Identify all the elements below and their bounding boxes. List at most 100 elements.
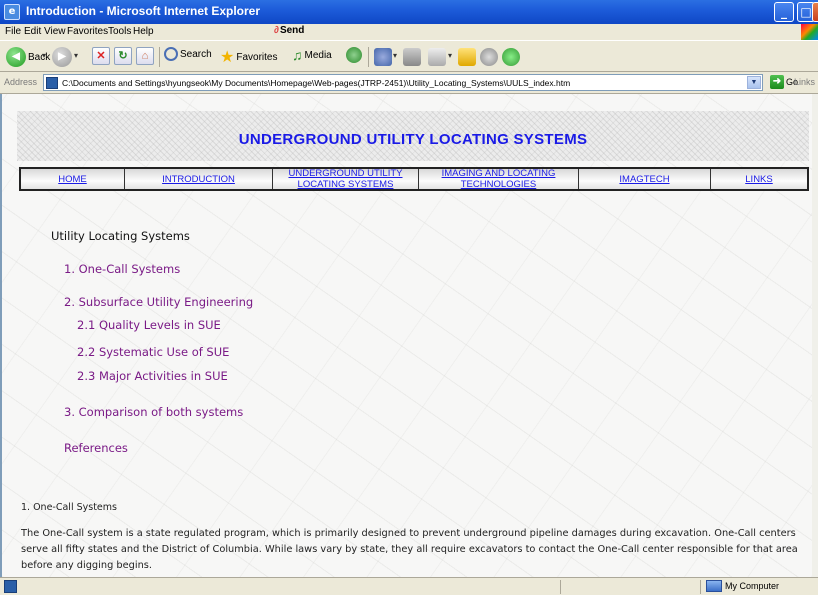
nav-cell-links: LINKS	[711, 169, 807, 189]
back-label: Back	[28, 51, 51, 63]
nav-table: HOME INTRODUCTION UNDERGROUND UTILITY LOC…	[19, 167, 809, 191]
media-button[interactable]: ♫ Media	[292, 47, 332, 67]
nav-link-label: INTRODUCTION	[162, 173, 235, 185]
stop-button[interactable]: ✕	[92, 47, 110, 67]
favorites-label: Favorites	[236, 51, 278, 63]
menu-help[interactable]: Help	[133, 26, 154, 37]
toolbar: ◀ Back ▾ ▶ ▾ ✕ ↻ ⌂ Search ★ Favorites ♫ Med…	[0, 40, 818, 72]
mail-dropdown-icon[interactable]: ▾	[393, 51, 397, 60]
toolbar-separator	[368, 47, 369, 67]
zone-label: My Computer	[725, 581, 780, 591]
page-icon	[46, 77, 58, 89]
go-arrow-icon: ➜	[770, 75, 784, 89]
my-computer-icon	[706, 580, 722, 592]
toc-link-references[interactable]: References	[64, 441, 128, 455]
nav-link-underground-utility-locating-systems[interactable]: UNDERGROUND UTILITY LOCATING SYSTEMS	[288, 168, 402, 190]
forward-dropdown-icon[interactable]: ▾	[74, 51, 78, 60]
address-label: Address	[4, 77, 38, 87]
page-banner: UNDERGROUND UTILITY LOCATING SYSTEMS	[17, 111, 809, 161]
toc-link-systematic-use[interactable]: 2.2 Systematic Use of SUE	[77, 345, 229, 359]
menu-file[interactable]: File	[5, 26, 21, 37]
section-title: 1. One-Call Systems	[21, 502, 117, 513]
toc-link-one-call-systems[interactable]: 1. One-Call Systems	[64, 262, 180, 276]
links-button[interactable]: Links	[794, 77, 815, 87]
send-label: Send	[279, 25, 305, 36]
folder-icon[interactable]	[458, 48, 476, 66]
window-title: Introduction - Microsoft Internet Explor…	[26, 4, 261, 18]
edit-icon[interactable]	[428, 48, 446, 66]
web-page: UNDERGROUND UTILITY LOCATING SYSTEMS HOM…	[2, 94, 812, 577]
nav-cell-imaging: IMAGING AND LOCATING TECHNOLOGIES	[419, 168, 579, 190]
edit-dropdown-icon[interactable]: ▾	[448, 51, 452, 60]
forward-button[interactable]: ▶	[52, 47, 72, 67]
history-button[interactable]	[346, 47, 362, 67]
search-button[interactable]: Search	[164, 47, 212, 67]
home-icon: ⌂	[136, 47, 154, 65]
nav-link-imagtech[interactable]: IMAGTECH	[619, 174, 669, 185]
section-body: The One-Call system is a state regulated…	[21, 528, 798, 571]
messenger-icon[interactable]	[480, 48, 498, 66]
nav-link-label: IMAGING AND LOCATING	[441, 168, 556, 179]
nav-link-label: LINKS	[745, 173, 773, 185]
windows-logo-icon	[801, 24, 818, 40]
status-bar: My Computer	[0, 577, 818, 595]
menu-view[interactable]: View	[44, 26, 66, 37]
nav-link-label: UNDERGROUND UTILITY	[288, 168, 403, 179]
history-icon	[346, 47, 362, 63]
address-url: C:\Documents and Settings\hyungseok\My D…	[62, 78, 571, 88]
nav-link-label-line2: LOCATING SYSTEMS	[297, 179, 394, 190]
send-icon: ∂	[274, 25, 279, 36]
home-button[interactable]: ⌂	[136, 47, 154, 67]
content-viewport: UNDERGROUND UTILITY LOCATING SYSTEMS HOM…	[0, 94, 818, 577]
toc-link-major-activities[interactable]: 2.3 Major Activities in SUE	[77, 369, 228, 383]
favorites-button[interactable]: ★ Favorites	[220, 47, 277, 67]
media-icon: ♫	[292, 47, 303, 63]
toc-heading: Utility Locating Systems	[51, 229, 190, 243]
people-icon[interactable]	[502, 48, 520, 66]
menu-edit[interactable]: Edit	[24, 26, 41, 37]
address-dropdown-icon[interactable]: ▼	[747, 76, 761, 89]
minimize-button[interactable]: _	[774, 2, 794, 22]
vertical-scrollbar[interactable]	[812, 94, 818, 577]
print-icon[interactable]	[403, 48, 421, 66]
toc-link-quality-levels[interactable]: 2.1 Quality Levels in SUE	[77, 318, 221, 332]
address-bar: Address C:\Documents and Settings\hyungs…	[0, 72, 818, 94]
search-label: Search	[180, 48, 212, 60]
toc-link-subsurface-utility-engineering[interactable]: 2. Subsurface Utility Engineering	[64, 295, 253, 309]
security-zone: My Computer	[706, 580, 779, 594]
back-dropdown-icon[interactable]: ▾	[42, 51, 46, 60]
refresh-button[interactable]: ↻	[114, 47, 132, 67]
nav-link-label: HOME	[58, 173, 87, 185]
nav-link-label-line2: TECHNOLOGIES	[460, 179, 537, 190]
nav-cell-imagtech: IMAGTECH	[579, 169, 711, 189]
status-divider	[560, 580, 561, 594]
title-bar: e Introduction - Microsoft Internet Expl…	[0, 0, 818, 24]
nav-cell-home: HOME	[21, 169, 125, 189]
toolbar-separator	[159, 47, 160, 67]
page-status-icon	[4, 580, 17, 593]
menu-favorites[interactable]: Favorites	[67, 26, 108, 37]
status-divider	[700, 580, 701, 594]
menu-tools[interactable]: Tools	[108, 26, 131, 37]
nav-link-introduction[interactable]: INTRODUCTION	[162, 174, 235, 185]
nav-link-imaging-and-locating-technologies[interactable]: IMAGING AND LOCATING TECHNOLOGIES	[442, 168, 556, 190]
back-arrow-icon: ◀	[6, 47, 26, 67]
close-button[interactable]	[812, 2, 818, 22]
favorites-star-icon: ★	[220, 49, 235, 66]
stop-icon: ✕	[92, 47, 110, 65]
nav-cell-introduction: INTRODUCTION	[125, 169, 273, 189]
address-input[interactable]: C:\Documents and Settings\hyungseok\My D…	[43, 74, 763, 91]
mail-icon[interactable]	[374, 48, 392, 66]
nav-cell-uuls: UNDERGROUND UTILITY LOCATING SYSTEMS	[273, 168, 419, 190]
nav-link-links[interactable]: LINKS	[745, 174, 772, 185]
nav-link-home[interactable]: HOME	[58, 174, 87, 185]
search-icon	[164, 47, 178, 61]
send-button[interactable]: ∂Send	[274, 25, 304, 36]
forward-arrow-icon: ▶	[52, 47, 72, 67]
page-title: UNDERGROUND UTILITY LOCATING SYSTEMS	[238, 131, 588, 148]
ie-icon: e	[4, 4, 20, 20]
menu-bar: File Edit View Favorites Tools Help ∂Sen…	[0, 24, 818, 40]
toc-link-comparison[interactable]: 3. Comparison of both systems	[64, 405, 243, 419]
nav-link-label: IMAGTECH	[619, 173, 670, 185]
refresh-icon: ↻	[114, 47, 132, 65]
